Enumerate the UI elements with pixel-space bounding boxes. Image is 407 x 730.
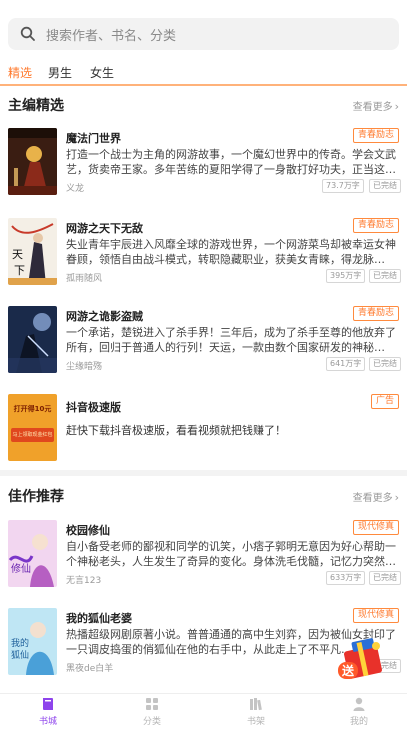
see-more-link[interactable]: 查看更多 › xyxy=(353,98,399,113)
genre-tag: 青春励志 xyxy=(352,306,399,321)
section-title: 佳作推荐 xyxy=(8,489,64,505)
section-divider xyxy=(0,470,407,476)
gift-badge-text: 送 xyxy=(338,662,359,679)
bookshelf-icon xyxy=(250,698,262,711)
tab-divider xyxy=(0,84,407,86)
svg-text:天: 天 xyxy=(12,248,23,261)
category-icon xyxy=(146,698,158,710)
book-author: 黑夜de白羊 xyxy=(66,664,114,674)
ad-title: 抖音极速版 xyxy=(66,401,121,414)
book-item[interactable]: 魔法门世界 青春励志 打造一个战士为主角的网游故事，一个魔幻世界中的传奇。学会文… xyxy=(0,128,407,208)
book-description: 自小备受老师的鄙视和同学的讥笑，小痞子郭明无意因为好心帮助一个神秘老头，人生发生… xyxy=(66,540,396,568)
book-item[interactable]: 网游之诡影盗贼 青春励志 一个承诺，楚锐进入了杀手界！三年后，成为了杀手至尊的他… xyxy=(0,306,407,386)
section-header-recommended: 佳作推荐 查看更多 › xyxy=(0,480,407,510)
book-item[interactable]: 修仙 校园修仙 现代修真 自小备受老师的鄙视和同学的讥笑，小痞子郭明无意因为好心… xyxy=(0,520,407,600)
book-city-icon xyxy=(43,698,53,710)
book-title: 网游之天下无敌 xyxy=(66,222,143,235)
book-author: 尘缘暗殇 xyxy=(66,362,103,372)
svg-text:下: 下 xyxy=(14,264,25,277)
status-badge: 已完结 xyxy=(369,269,401,283)
ad-cover-subtext: 马上领取现金红包 xyxy=(12,432,53,438)
chevron-right-icon: › xyxy=(394,491,399,504)
book-cover xyxy=(8,128,57,195)
search-input[interactable]: 搜索作者、书名、分类 xyxy=(46,25,176,44)
book-author: 无言123 xyxy=(66,576,102,586)
ad-tag: 广告 xyxy=(370,394,399,409)
see-more-link[interactable]: 查看更多 › xyxy=(353,489,399,504)
status-badge: 已完结 xyxy=(369,571,401,585)
book-title: 我的狐仙老婆 xyxy=(66,612,132,625)
genre-tag: 现代修真 xyxy=(352,608,399,623)
book-title: 校园修仙 xyxy=(66,524,110,537)
book-title: 网游之诡影盗贼 xyxy=(66,310,143,323)
book-description: 打造一个战士为主角的网游故事，一个魔幻世界中的传奇。学会文武艺，货卖帝王家。多年… xyxy=(66,148,396,176)
profile-icon xyxy=(353,697,365,711)
tab-male[interactable]: 男生 xyxy=(48,64,72,81)
search-icon xyxy=(20,26,35,41)
nav-bookshelf[interactable]: 书架 xyxy=(226,696,286,727)
status-badge: 已完结 xyxy=(369,179,401,193)
status-badge: 已完结 xyxy=(369,357,401,371)
ad-item[interactable]: 打开得10元 马上领取现金红包 抖音极速版 广告 赶快下载抖音极速版，看看视频就… xyxy=(0,394,407,474)
chevron-right-icon: › xyxy=(394,100,399,113)
word-count: 633万字 xyxy=(326,571,366,585)
book-description: 失业青年宇辰进入风靡全球的游戏世界，一个网游菜鸟却被幸运女神眷顾，领悟自由战斗模… xyxy=(66,238,396,266)
tab-female[interactable]: 女生 xyxy=(90,64,114,81)
book-item[interactable]: 天 下 网游之天下无敌 青春励志 失业青年宇辰进入风靡全球的游戏世界，一个网游菜… xyxy=(0,218,407,298)
bottom-navigation: 书城 分类 书架 我的 xyxy=(0,693,407,730)
category-tabs: 精选 男生 女生 xyxy=(0,58,407,86)
section-header-editor-picks: 主编精选 查看更多 › xyxy=(0,89,407,119)
section-title: 主编精选 xyxy=(8,98,64,114)
book-cover: 我的 狐仙 xyxy=(8,608,57,675)
book-author: 孤雨随风 xyxy=(66,274,103,284)
book-author: 义龙 xyxy=(66,184,85,194)
svg-text:我的: 我的 xyxy=(11,637,29,649)
search-bar[interactable]: 搜索作者、书名、分类 xyxy=(8,18,399,50)
nav-category[interactable]: 分类 xyxy=(122,696,182,727)
book-cover xyxy=(8,306,57,373)
tab-featured[interactable]: 精选 xyxy=(8,64,32,81)
genre-tag: 青春励志 xyxy=(352,218,399,233)
svg-text:修仙: 修仙 xyxy=(11,562,31,575)
ad-cover-text: 打开得10元 xyxy=(13,405,52,413)
book-description: 一个承诺，楚锐进入了杀手界！三年后，成为了杀手至尊的他放弃了所有，回归于普通人的… xyxy=(66,326,396,354)
nav-book-city[interactable]: 书城 xyxy=(18,696,78,727)
ad-cover: 打开得10元 马上领取现金红包 xyxy=(8,394,57,461)
svg-text:狐仙: 狐仙 xyxy=(11,649,29,661)
word-count: 73.7万字 xyxy=(322,179,364,193)
book-cover: 天 下 xyxy=(8,218,57,285)
floating-gift-badge[interactable]: 送 xyxy=(332,634,390,684)
word-count: 641万字 xyxy=(326,357,366,371)
word-count: 395万字 xyxy=(326,269,366,283)
ad-description: 赶快下载抖音极速版，看看视频就把钱赚了！ xyxy=(66,424,286,437)
nav-profile[interactable]: 我的 xyxy=(329,696,389,727)
book-cover: 修仙 xyxy=(8,520,57,587)
book-title: 魔法门世界 xyxy=(66,132,121,145)
genre-tag: 现代修真 xyxy=(352,520,399,535)
genre-tag: 青春励志 xyxy=(352,128,399,143)
